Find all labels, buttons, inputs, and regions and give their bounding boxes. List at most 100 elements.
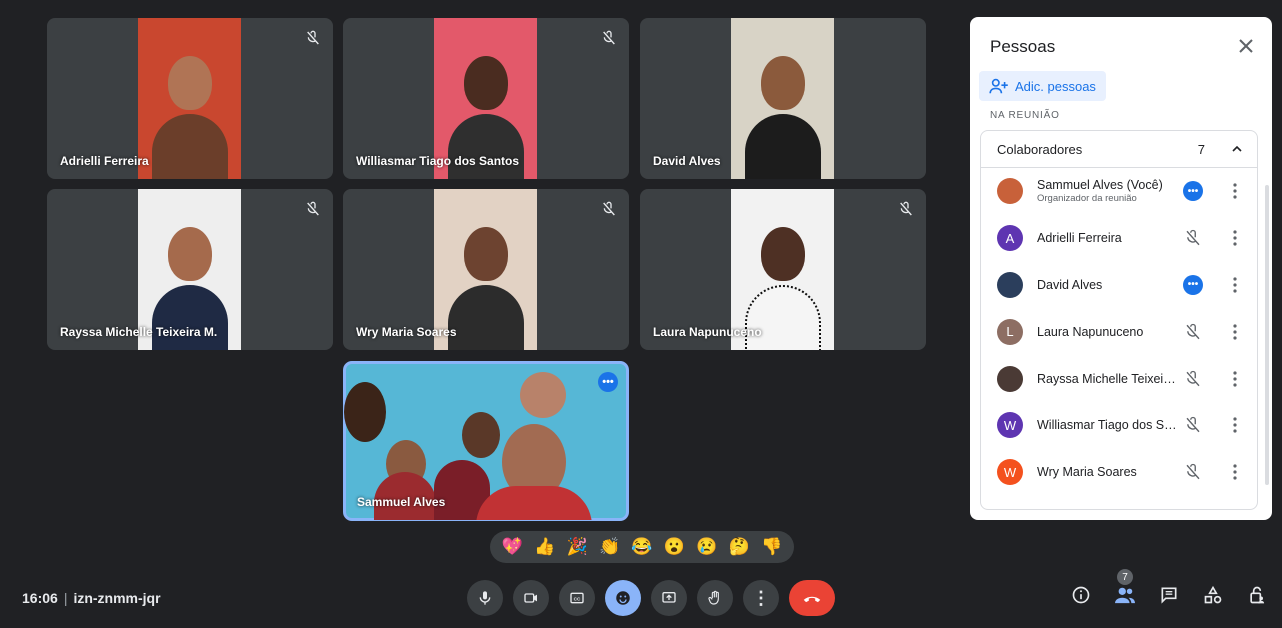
thumbs-up-reaction[interactable]: 👍 — [533, 535, 557, 559]
person-figure — [152, 285, 228, 350]
close-icon[interactable] — [1234, 34, 1258, 58]
thumbs-down-reaction[interactable]: 👎 — [760, 535, 784, 559]
participant-row[interactable]: Sammuel Alves (Você) Organizador da reun… — [981, 168, 1257, 215]
reactions-bar: 💖 👍 🎉 👏 😂 😮 😢 🤔 👎 — [490, 531, 794, 563]
separator: | — [63, 590, 68, 606]
reactions-button[interactable] — [605, 580, 641, 616]
group-count: 7 — [1197, 141, 1205, 157]
avatar: A — [997, 225, 1023, 252]
activities-button[interactable] — [1200, 582, 1226, 608]
participant-name: Adrielli Ferreira — [1037, 231, 1122, 246]
more-status-icon: ••• — [1183, 274, 1203, 295]
person-figure — [152, 114, 228, 179]
person-figure — [761, 227, 805, 281]
participant-info: Sammuel Alves (Você) Organizador da reun… — [1037, 178, 1177, 204]
microphone-icon — [479, 591, 491, 605]
participant-name: Williasmar Tiago dos Sa... — [1037, 418, 1177, 433]
video-grid: Adrielli Ferreira Williasmar Tiago dos S… — [0, 0, 960, 560]
participant-name: Adrielli Ferreira — [60, 154, 149, 168]
participant-tile[interactable]: Adrielli Ferreira — [47, 18, 333, 179]
participant-row[interactable]: L Laura Napunuceno — [981, 308, 1257, 355]
participant-tile[interactable]: Wry Maria Soares — [343, 189, 629, 350]
tears-of-joy-reaction[interactable]: 😂 — [630, 535, 654, 559]
person-figure — [745, 285, 821, 350]
raise-hand-button[interactable] — [697, 580, 733, 616]
microphone-button[interactable] — [467, 580, 503, 616]
hand-icon — [708, 590, 719, 605]
participant-group: Colaboradores 7 Sammuel Alves (Você) Org… — [980, 130, 1258, 510]
party-popper-reaction[interactable]: 🎉 — [565, 535, 589, 559]
more-vert-icon[interactable] — [1225, 367, 1245, 391]
participant-tile[interactable]: David Alves — [640, 18, 926, 179]
panel-scrollbar[interactable] — [1265, 185, 1269, 485]
activities-icon — [1204, 585, 1222, 604]
person-figure — [761, 56, 805, 110]
chat-button[interactable] — [1156, 582, 1182, 608]
group-header[interactable]: Colaboradores 7 — [981, 131, 1257, 168]
self-view-tile[interactable]: ••• Sammuel Alves — [343, 361, 629, 521]
mic-off-icon — [1183, 415, 1203, 435]
participant-tile[interactable]: Williasmar Tiago dos Santos — [343, 18, 629, 179]
mic-off-icon — [1183, 228, 1203, 248]
more-vert-icon[interactable] — [1225, 413, 1245, 437]
more-vert-icon: ⋮ — [752, 587, 770, 608]
crying-face-reaction[interactable]: 😢 — [695, 535, 719, 559]
participant-list: Sammuel Alves (Você) Organizador da reun… — [981, 168, 1257, 496]
participant-row[interactable]: W Williasmar Tiago dos Sa... — [981, 402, 1257, 449]
present-icon — [662, 592, 676, 603]
avatar — [997, 178, 1023, 205]
present-screen-button[interactable] — [651, 580, 687, 616]
mic-off-icon — [307, 201, 319, 216]
host-controls-button[interactable] — [1244, 582, 1270, 608]
avatar: W — [997, 412, 1023, 439]
participant-name: Wry Maria Soares — [1037, 465, 1137, 480]
person-figure — [344, 382, 386, 442]
mic-off-icon — [603, 201, 615, 216]
clapping-hands-reaction[interactable]: 👏 — [598, 535, 622, 559]
camera-button[interactable] — [513, 580, 549, 616]
mic-off-icon — [603, 30, 615, 45]
participant-row[interactable]: A Adrielli Ferreira — [981, 215, 1257, 262]
meeting-details-button[interactable] — [1068, 582, 1094, 608]
add-people-button[interactable]: Adic. pessoas — [979, 71, 1106, 101]
people-button[interactable]: 7 — [1112, 569, 1138, 608]
more-vert-icon[interactable] — [1225, 179, 1245, 203]
participant-row[interactable]: Rayssa Michelle Teixeira ... — [981, 355, 1257, 402]
participant-row[interactable]: David Alves ••• — [981, 262, 1257, 309]
participant-tile[interactable]: Laura Napunuceno — [640, 189, 926, 350]
person-figure — [476, 486, 592, 520]
more-options-icon[interactable]: ••• — [598, 372, 618, 392]
avatar — [997, 271, 1023, 298]
more-vert-icon[interactable] — [1225, 226, 1245, 250]
more-status-icon: ••• — [1183, 181, 1203, 202]
participant-name: Laura Napunuceno — [653, 325, 762, 339]
more-vert-icon[interactable] — [1225, 320, 1245, 344]
section-label: NA REUNIÃO — [990, 110, 1060, 121]
participant-name: David Alves — [653, 154, 721, 168]
participant-info: Laura Napunuceno — [1037, 325, 1177, 339]
captions-button[interactable]: CC — [559, 580, 595, 616]
person-add-icon — [989, 78, 1008, 94]
participant-info: Rayssa Michelle Teixeira ... — [1037, 372, 1177, 386]
person-figure — [464, 227, 508, 281]
person-figure — [168, 56, 212, 110]
participant-count-badge: 7 — [1117, 569, 1133, 585]
person-figure — [520, 372, 566, 418]
call-controls: CC ⋮ — [467, 580, 835, 616]
leave-call-button[interactable] — [789, 580, 835, 616]
info-icon — [1072, 586, 1090, 604]
surprised-face-reaction[interactable]: 😮 — [662, 535, 686, 559]
person-figure — [462, 412, 500, 458]
participant-info: Wry Maria Soares — [1037, 465, 1177, 479]
more-vert-icon[interactable] — [1225, 273, 1245, 297]
mic-off-icon — [1183, 462, 1203, 482]
participant-name: David Alves — [1037, 277, 1103, 292]
avatar: W — [997, 459, 1023, 486]
participant-tile[interactable]: Rayssa Michelle Teixeira M. — [47, 189, 333, 350]
participant-row[interactable]: W Wry Maria Soares — [981, 449, 1257, 496]
more-options-button[interactable]: ⋮ — [743, 580, 779, 616]
more-vert-icon[interactable] — [1225, 460, 1245, 484]
sparkling-heart-reaction[interactable]: 💖 — [500, 535, 524, 559]
mic-off-icon — [1183, 369, 1203, 389]
thinking-face-reaction[interactable]: 🤔 — [727, 535, 751, 559]
